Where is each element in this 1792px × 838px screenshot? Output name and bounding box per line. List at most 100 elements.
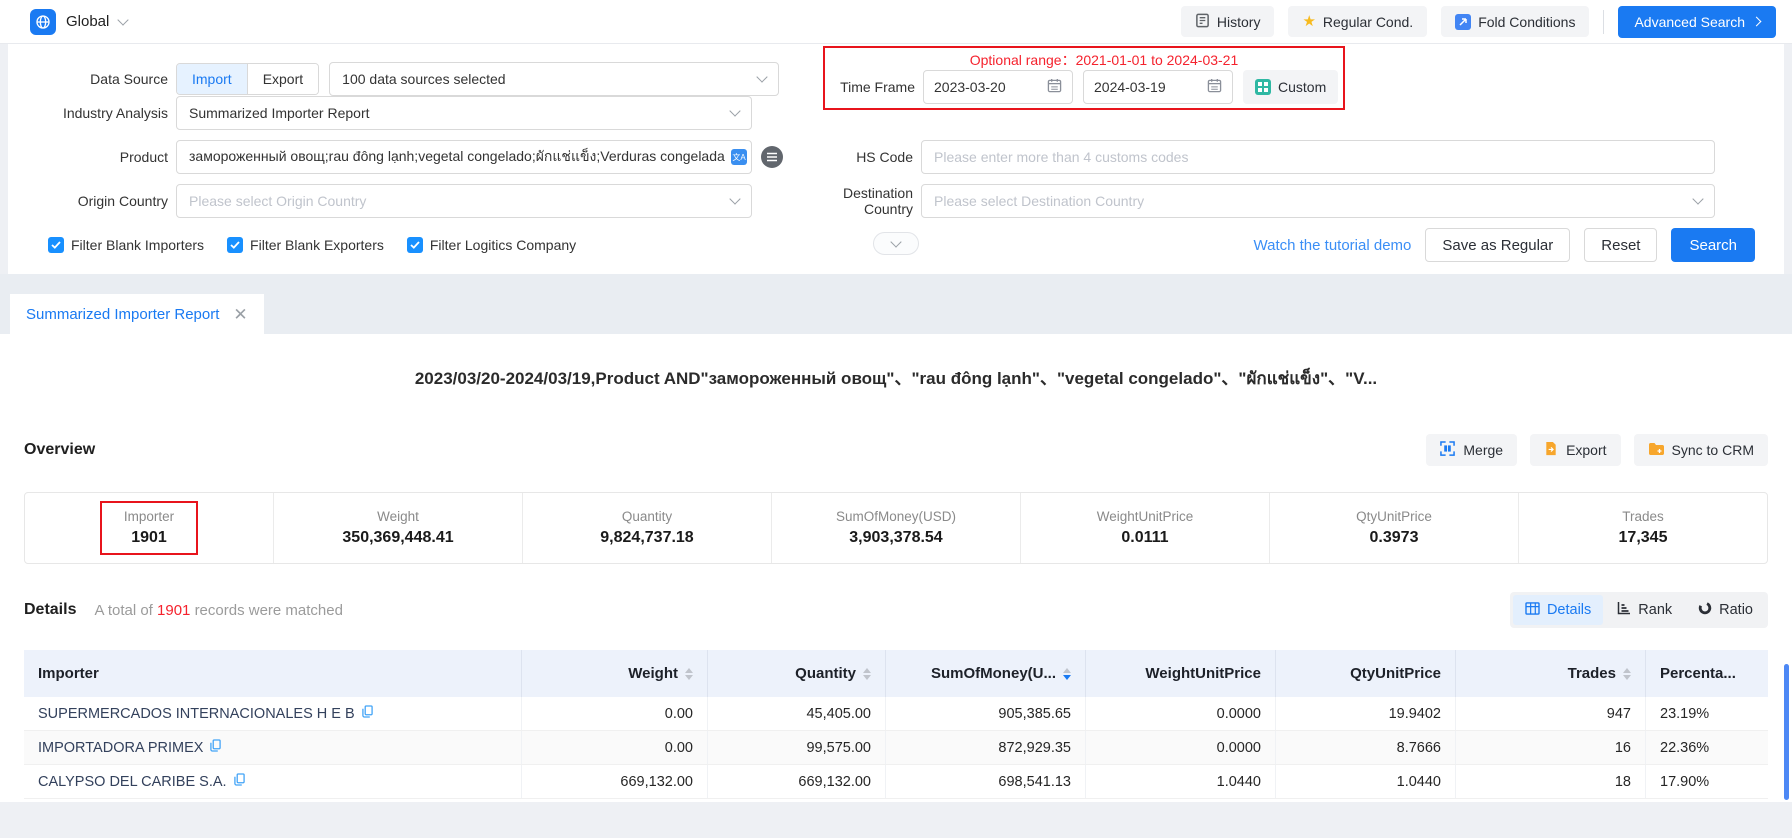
tutorial-demo-link[interactable]: Watch the tutorial demo [1254, 237, 1412, 254]
stat-label: Weight [274, 509, 522, 524]
bar-chart-icon [1617, 601, 1631, 619]
overview-header: Overview Merge Export Sync to CRM [24, 434, 1768, 466]
sort-carets-icon[interactable] [1623, 668, 1631, 680]
history-icon [1195, 13, 1210, 31]
weightunitprice-cell: 0.0000 [1086, 731, 1276, 764]
region-picker[interactable]: Global [30, 9, 127, 35]
export-label: Export [1566, 442, 1606, 458]
data-sources-value: 100 data sources selected [342, 71, 750, 87]
col-header-label: SumOfMoney(U... [931, 665, 1056, 682]
industry-select[interactable]: Summarized Importer Report [176, 96, 752, 130]
chevron-down-icon [729, 105, 740, 116]
fold-conditions-button[interactable]: Fold Conditions [1441, 6, 1589, 37]
sort-carets-icon[interactable] [863, 668, 871, 680]
chevron-down-icon [729, 193, 740, 204]
importer-link[interactable]: SUPERMERCADOS INTERNACIONALES H E B [38, 706, 355, 722]
table-header-row: Importer Weight Quantity SumOfMoney(U...… [24, 650, 1768, 697]
weightunitprice-cell: 1.0440 [1086, 765, 1276, 798]
calendar-icon [1047, 78, 1062, 96]
import-toggle[interactable]: Import [177, 64, 247, 94]
copy-icon[interactable] [362, 705, 373, 722]
destination-country-select[interactable]: Please select Destination Country [921, 184, 1715, 218]
product-row: Product 文A HS Code [24, 140, 1768, 174]
export-toggle[interactable]: Export [247, 64, 318, 94]
sort-carets-icon[interactable] [1063, 668, 1071, 680]
col-header-label: Quantity [795, 665, 856, 682]
col-header-label: Importer [38, 665, 99, 682]
filter-blank-importers-checkbox[interactable]: Filter Blank Importers [48, 237, 204, 253]
sync-to-crm-button[interactable]: Sync to CRM [1634, 434, 1768, 466]
stat-label: QtyUnitPrice [1270, 509, 1518, 524]
matched-count: 1901 [157, 602, 190, 619]
stat-qtyunitprice: QtyUnitPrice 0.3973 [1269, 493, 1518, 563]
close-icon[interactable]: ✕ [233, 306, 247, 323]
weight-cell: 669,132.00 [522, 765, 708, 798]
end-date-value: 2024-03-19 [1094, 79, 1207, 95]
view-details-label: Details [1547, 602, 1591, 618]
regular-cond-button[interactable]: ★ Regular Cond. [1288, 6, 1427, 37]
col-header-sumofmoney[interactable]: SumOfMoney(U... [886, 650, 1086, 697]
chevron-down-icon [118, 14, 129, 25]
export-button[interactable]: Export [1530, 434, 1620, 466]
overview-heading: Overview [24, 441, 95, 459]
view-details-button[interactable]: Details [1513, 595, 1603, 625]
data-sources-select[interactable]: 100 data sources selected [329, 62, 779, 96]
filter-blank-exporters-label: Filter Blank Exporters [250, 237, 384, 253]
custom-range-button[interactable]: Custom [1243, 70, 1338, 104]
percentage-cell: 22.36% [1646, 731, 1768, 764]
filter-logitics-company-checkbox[interactable]: Filter Logitics Company [407, 237, 576, 253]
stat-label: SumOfMoney(USD) [772, 509, 1020, 524]
sync-to-crm-label: Sync to CRM [1672, 442, 1754, 458]
product-input[interactable] [176, 140, 752, 174]
importer-link[interactable]: CALYPSO DEL CARIBE S.A. [38, 774, 227, 790]
time-frame-annotation-box: Optional range：2021-01-01 to 2024-03-21 … [823, 46, 1345, 110]
hs-code-input[interactable] [921, 140, 1715, 174]
col-header-trades[interactable]: Trades [1456, 650, 1646, 697]
stat-value: 350,369,448.41 [274, 529, 522, 547]
end-date-picker[interactable]: 2024-03-19 [1083, 70, 1233, 104]
start-date-picker[interactable]: 2023-03-20 [923, 70, 1073, 104]
sort-carets-icon[interactable] [685, 668, 693, 680]
star-icon: ★ [1302, 14, 1315, 29]
importer-link[interactable]: IMPORTADORA PRIMEX [38, 740, 203, 756]
col-header-quantity[interactable]: Quantity [708, 650, 886, 697]
tab-summarized-importer-report[interactable]: Summarized Importer Report ✕ [10, 294, 264, 334]
chevron-down-icon [1692, 193, 1703, 204]
chevron-down-icon [756, 71, 767, 82]
sumofmoney-cell: 872,929.35 [886, 731, 1086, 764]
translate-icon[interactable]: 文A [731, 149, 747, 165]
sumofmoney-cell: 698,541.13 [886, 765, 1086, 798]
merge-button[interactable]: Merge [1426, 434, 1517, 466]
reset-button[interactable]: Reset [1584, 228, 1657, 262]
matched-prefix: A total of [94, 602, 152, 619]
start-date-value: 2023-03-20 [934, 79, 1047, 95]
copy-icon[interactable] [210, 739, 221, 756]
advanced-search-button[interactable]: Advanced Search [1618, 6, 1776, 38]
copy-icon[interactable] [234, 773, 245, 790]
col-header-weight[interactable]: Weight [522, 650, 708, 697]
collapse-conditions-button[interactable] [873, 232, 919, 255]
time-frame-row: Time Frame 2023-03-20 2024-03-19 Custom [825, 70, 1343, 104]
origin-country-select[interactable]: Please select Origin Country [176, 184, 752, 218]
quantity-cell: 669,132.00 [708, 765, 886, 798]
multilang-list-icon[interactable] [761, 146, 783, 168]
view-rank-button[interactable]: Rank [1605, 595, 1684, 625]
col-header-label: Percenta... [1660, 665, 1736, 682]
search-button[interactable]: Search [1671, 228, 1755, 262]
topbar: Global History ★ Regular Cond. Fold Cond… [0, 0, 1792, 44]
col-header-percentage: Percenta... [1646, 650, 1768, 697]
stat-label: Quantity [523, 509, 771, 524]
view-ratio-button[interactable]: Ratio [1686, 595, 1765, 625]
col-header-label: QtyUnitPrice [1350, 665, 1441, 682]
data-source-toggle: Import Export [176, 63, 319, 95]
save-as-regular-button[interactable]: Save as Regular [1425, 228, 1570, 262]
matched-suffix: records were matched [195, 602, 343, 619]
filter-blank-exporters-checkbox[interactable]: Filter Blank Exporters [227, 237, 384, 253]
qtyunitprice-cell: 19.9402 [1276, 697, 1456, 730]
hs-code-label: HS Code [793, 149, 913, 165]
view-toggle: Details Rank Ratio [1510, 592, 1768, 628]
weight-cell: 0.00 [522, 697, 708, 730]
matched-summary: A total of 1901 records were matched [94, 602, 343, 619]
history-button[interactable]: History [1181, 6, 1275, 37]
table-scrollbar[interactable] [1784, 664, 1789, 800]
